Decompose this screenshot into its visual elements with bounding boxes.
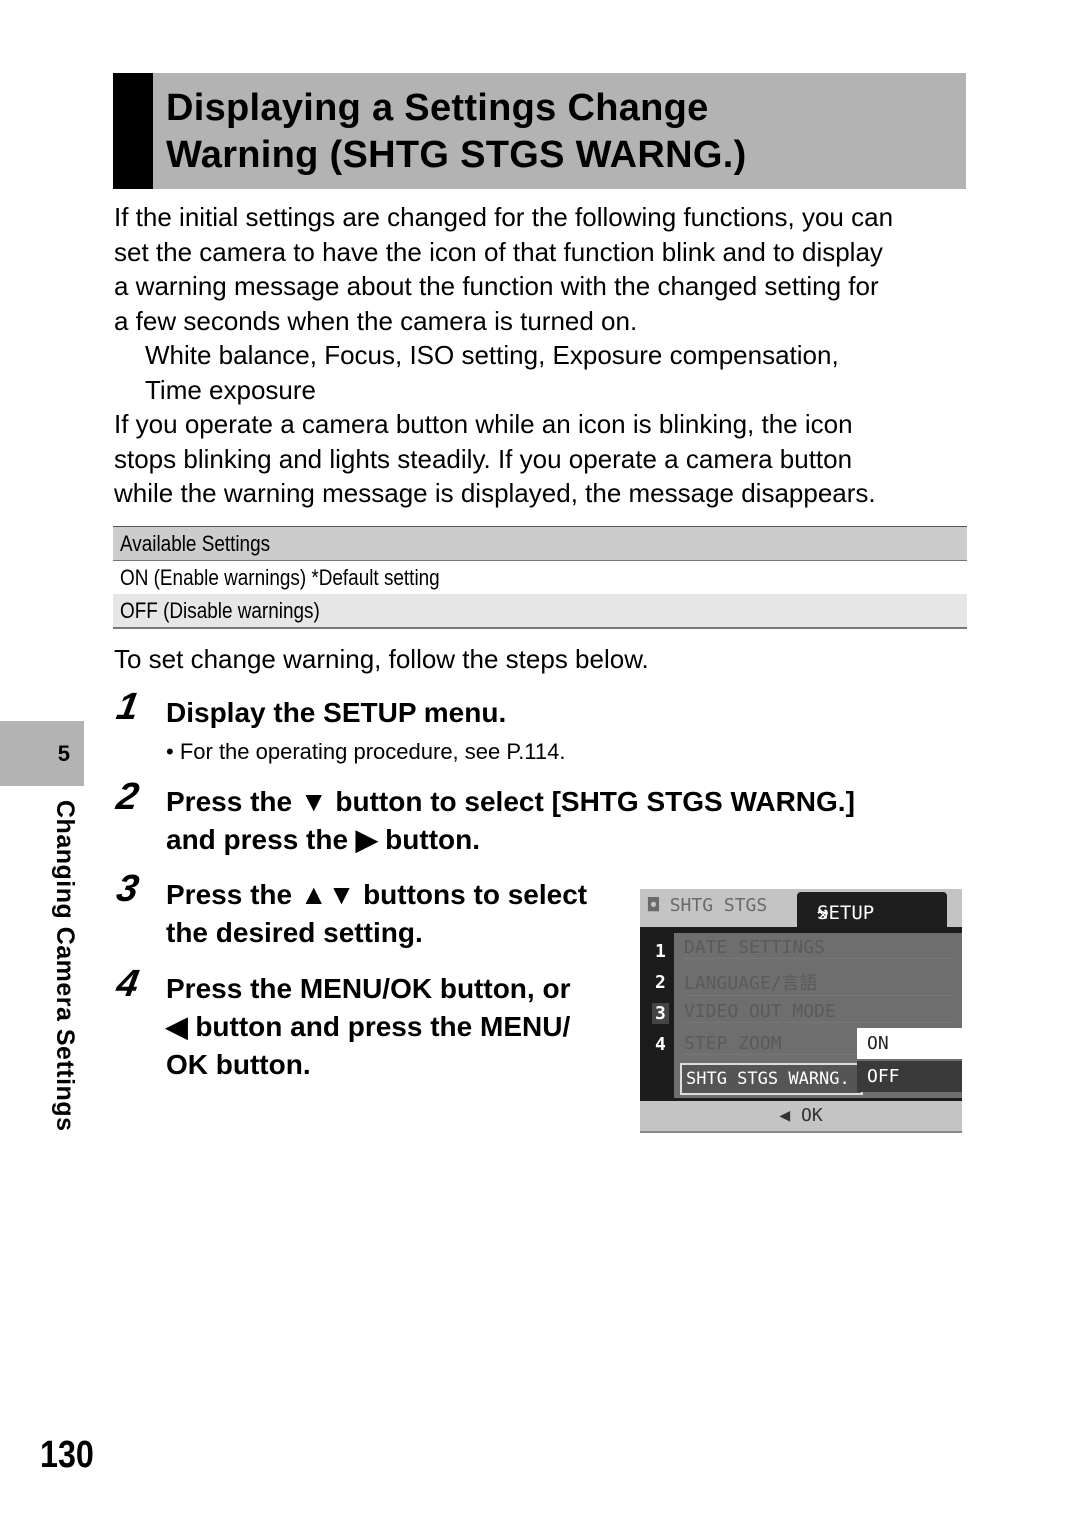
table-header-row: Available Settings [113,526,967,561]
step-number: 4 [113,963,142,1005]
camera-selected-item: SHTG STGS WARNG. [680,1063,863,1095]
table-cell: OFF (Disable warnings) [120,597,320,623]
text: and press the [166,824,356,855]
step-number: 2 [113,776,142,818]
camera-menu-item: LANGUAGE/言語 [684,969,954,996]
step-text: Display the SETUP menu. [166,697,507,728]
functions-list: Time exposure [145,374,316,405]
camera-menu-item: DATE SETTINGS [684,937,954,959]
title-line-1: Displaying a Settings Change [166,87,709,129]
functions-list: White balance, Focus, ISO setting, Expos… [145,340,839,370]
text: the desired setting. [166,917,423,948]
page-title: Displaying a Settings Change Warning (SH… [166,85,747,179]
table-header: Available Settings [120,530,271,556]
camera-tab-bar: ◘ SHTG STGS ⚒ SETUP [640,889,962,927]
down-arrow-icon: ▼ [299,786,328,817]
camera-tab-shooting: ◘ SHTG STGS [648,895,767,916]
left-arrow-icon: ◀ [166,1011,188,1042]
table-row: ON (Enable warnings) *Default setting [113,560,967,594]
step-text: Press the ▼ button to select [SHTG STGS … [166,783,855,859]
intro-line: a few seconds when the camera is turned … [114,305,638,336]
intro-line: stops blinking and lights steadily. If y… [114,443,853,474]
text: OK button. [166,1049,311,1080]
table-cell: ON (Enable warnings) *Default setting [120,564,440,590]
text: button to select [SHTG STGS WARNG.] [327,786,855,817]
chapter-label: Changing Camera Settings [51,800,79,1132]
camera-screen-image: ◘ SHTG STGS ⚒ SETUP 1 2 3 4 DATE SETTING… [640,889,962,1133]
text: buttons to select [355,879,588,910]
text: button. [377,824,481,855]
intro-line: set the camera to have the icon of that … [114,236,883,267]
camera-menu-item: VIDEO OUT MODE [684,1001,954,1023]
right-arrow-icon: ▶ [355,824,378,855]
page-number: 130 [40,1434,94,1476]
camera-tab-setup: ⚒ SETUP [797,892,947,927]
tab-label: SHTG STGS [669,895,768,916]
step-number: 1 [113,686,142,728]
step-number: 3 [113,868,142,910]
camera-page-number: 2 [655,972,666,993]
camera-page-number: 1 [655,941,666,962]
camera-footer-ok: ◀ OK [640,1101,962,1131]
steps-intro: To set change warning, follow the steps … [114,644,649,674]
camera-page-number: 3 [652,1003,669,1024]
camera-option-on: ON [857,1028,962,1059]
chapter-number: 5 [57,741,70,766]
text: Press the [166,879,300,910]
up-down-arrows-icon: ▲▼ [299,879,356,910]
section-title-box: Displaying a Settings Change Warning (SH… [113,73,966,189]
intro-line: If you operate a camera button while an … [114,409,853,439]
step-bullet: • For the operating procedure, see P.114… [166,739,566,764]
title-accent-bar [113,73,153,189]
step-text: Press the ▲▼ buttons to select the desir… [166,876,587,952]
bullet-text: For the operating procedure, see P.114. [179,739,566,764]
text: Press the [166,786,300,817]
intro-paragraph: If the initial settings are changed for … [114,200,974,511]
camera-page-number: 4 [655,1034,666,1055]
text: button and press the MENU/ [187,1011,571,1042]
tab-label: SETUP [817,902,875,924]
camera-icon: ◘ [648,895,670,916]
step-text: Press the MENU/OK button, or ◀ button an… [166,970,570,1084]
available-settings-table: Available Settings ON (Enable warnings) … [113,526,967,629]
title-line-2: Warning (SHTG STGS WARNG.) [166,134,747,176]
text: Press the MENU/OK button, or [166,973,571,1004]
intro-line: If the initial settings are changed for … [114,202,894,232]
intro-line: a warning message about the function wit… [114,271,879,301]
table-row: OFF (Disable warnings) [113,594,967,629]
intro-line: while the warning message is displayed, … [114,478,876,508]
chapter-tab: 5 [0,721,84,786]
camera-option-off: OFF [857,1061,962,1092]
